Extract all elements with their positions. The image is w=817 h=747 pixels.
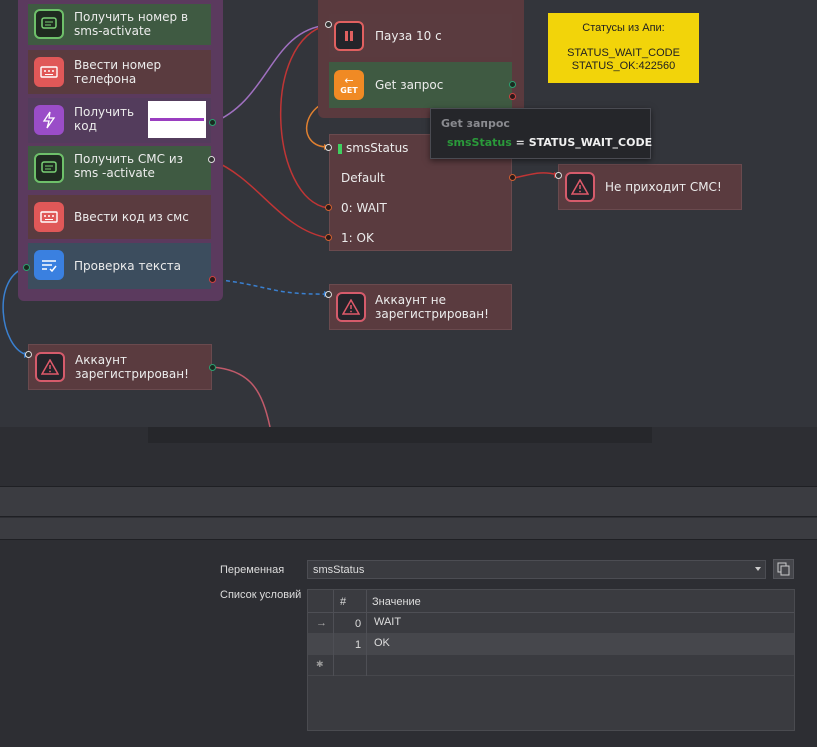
- workflow-canvas[interactable]: Получить номер в sms-activate Ввести ном…: [0, 0, 817, 427]
- left-node-group: Получить номер в sms-activate Ввести ном…: [18, 0, 223, 301]
- node-label: Получить СМС из sms -activate: [74, 152, 184, 180]
- port-out[interactable]: [509, 81, 516, 88]
- node-label: Проверка текста: [74, 259, 182, 273]
- node-label: Аккаунт не зарегистрирован!: [375, 293, 489, 321]
- grid-column-divider: [333, 590, 334, 676]
- node-enter-phone[interactable]: Ввести номер телефона: [28, 50, 211, 94]
- conditions-grid[interactable]: # Значение → 0 WAIT 1 OK ✱: [307, 589, 795, 731]
- tooltip-eq: =: [511, 136, 529, 149]
- row-value[interactable]: OK: [374, 637, 390, 649]
- node-label: Не приходит СМС!: [605, 180, 722, 194]
- new-row[interactable]: ✱: [308, 655, 794, 676]
- switch-title: smsStatus: [346, 141, 409, 155]
- table-row[interactable]: 1 OK: [308, 634, 794, 655]
- copy-icon: [777, 562, 790, 576]
- table-row[interactable]: → 0 WAIT: [308, 613, 794, 634]
- keyboard-icon: [34, 202, 64, 232]
- warning-icon: [35, 352, 65, 382]
- switch-indicator: [338, 144, 342, 154]
- chat-icon: [34, 153, 64, 183]
- status-note-line2: STATUS_OK:422560: [571, 60, 676, 72]
- keyboard-icon: [34, 57, 64, 87]
- variable-select[interactable]: smsStatus: [307, 560, 766, 579]
- node-label: Получить код: [74, 105, 135, 133]
- warning-icon: [565, 172, 595, 202]
- port-in[interactable]: [325, 21, 332, 28]
- port-in[interactable]: [25, 351, 32, 358]
- row-num: 1: [355, 639, 362, 651]
- node-tooltip: Get запрос smsStatus = STATUS_WAIT_CODE: [430, 108, 652, 159]
- switch-case-default: Default: [341, 171, 385, 185]
- chevron-down-icon: [755, 567, 761, 571]
- warning-icon: [336, 292, 366, 322]
- conditions-label: Список условий: [220, 589, 302, 601]
- port-in[interactable]: [208, 156, 215, 163]
- port-in[interactable]: [325, 144, 332, 151]
- port-out[interactable]: [509, 174, 516, 181]
- node-thumbnail: [148, 101, 206, 138]
- copy-button[interactable]: [773, 559, 794, 579]
- row-num: 0: [355, 618, 362, 630]
- port-out[interactable]: [209, 364, 216, 371]
- port-out[interactable]: [209, 276, 216, 283]
- node-text-check[interactable]: Проверка текста: [28, 243, 211, 289]
- get-request-icon: ← GET: [334, 70, 364, 100]
- node-registered[interactable]: Аккаунт зарегистрирован!: [28, 344, 212, 390]
- grid-header-row: # Значение: [308, 590, 794, 613]
- node-label: Ввести номер телефона: [74, 58, 162, 86]
- status-note-line1: STATUS_WAIT_CODE: [567, 47, 680, 59]
- variable-select-value: smsStatus: [313, 564, 365, 576]
- grid-column-divider: [366, 590, 367, 676]
- panel-header: [0, 518, 817, 540]
- switch-case-wait: 0: WAIT: [341, 201, 387, 215]
- node-not-registered[interactable]: Аккаунт не зарегистрирован!: [329, 284, 512, 330]
- tooltip-value: STATUS_WAIT_CODE: [528, 136, 653, 149]
- tooltip-body: smsStatus = STATUS_WAIT_CODE: [447, 136, 652, 149]
- canvas-horizontal-scrollbar[interactable]: [148, 427, 652, 443]
- node-get-number[interactable]: Получить номер в sms-activate: [28, 4, 211, 45]
- grid-col-value[interactable]: Значение: [372, 596, 421, 608]
- tooltip-title: Get запрос: [441, 117, 510, 130]
- node-no-sms[interactable]: Не приходит СМС!: [558, 164, 742, 210]
- switch-case-ok: 1: OK: [341, 231, 374, 245]
- tooltip-var: smsStatus: [447, 136, 512, 149]
- grid-col-num[interactable]: #: [340, 596, 346, 608]
- bolt-icon: [34, 105, 64, 135]
- node-label: Get запрос: [375, 78, 444, 92]
- port-out[interactable]: [325, 234, 332, 241]
- port-out[interactable]: [325, 204, 332, 211]
- panel-toolbar: [0, 486, 817, 517]
- node-get-request[interactable]: ← GET Get запрос: [329, 62, 512, 108]
- row-value[interactable]: WAIT: [374, 616, 401, 628]
- node-get-code[interactable]: Получить код: [28, 98, 211, 143]
- variable-label: Переменная: [220, 564, 285, 576]
- status-note[interactable]: Статусы из Апи: STATUS_WAIT_CODE STATUS_…: [548, 13, 699, 83]
- port-in[interactable]: [325, 291, 332, 298]
- port-out[interactable]: [509, 93, 516, 100]
- node-pause[interactable]: Пауза 10 с: [329, 14, 512, 57]
- status-note-title: Статусы из Апи:: [582, 22, 665, 34]
- node-label: Получить номер в sms-activate: [74, 10, 189, 38]
- pause-icon: [334, 21, 364, 51]
- node-label: Пауза 10 с: [375, 29, 442, 43]
- port-in[interactable]: [555, 172, 562, 179]
- new-row-marker: ✱: [316, 659, 324, 669]
- node-label: Ввести код из смс: [74, 210, 189, 224]
- node-label: Аккаунт зарегистрирован!: [75, 353, 189, 381]
- port-out[interactable]: [23, 264, 30, 271]
- node-enter-code[interactable]: Ввести код из смс: [28, 195, 211, 239]
- chat-icon: [34, 9, 64, 39]
- row-marker: →: [316, 617, 327, 629]
- port-out[interactable]: [209, 119, 216, 126]
- top-node-group: Пауза 10 с ← GET Get запрос: [318, 0, 524, 118]
- text-check-icon: [34, 250, 64, 280]
- node-get-sms[interactable]: Получить СМС из sms -activate: [28, 146, 211, 190]
